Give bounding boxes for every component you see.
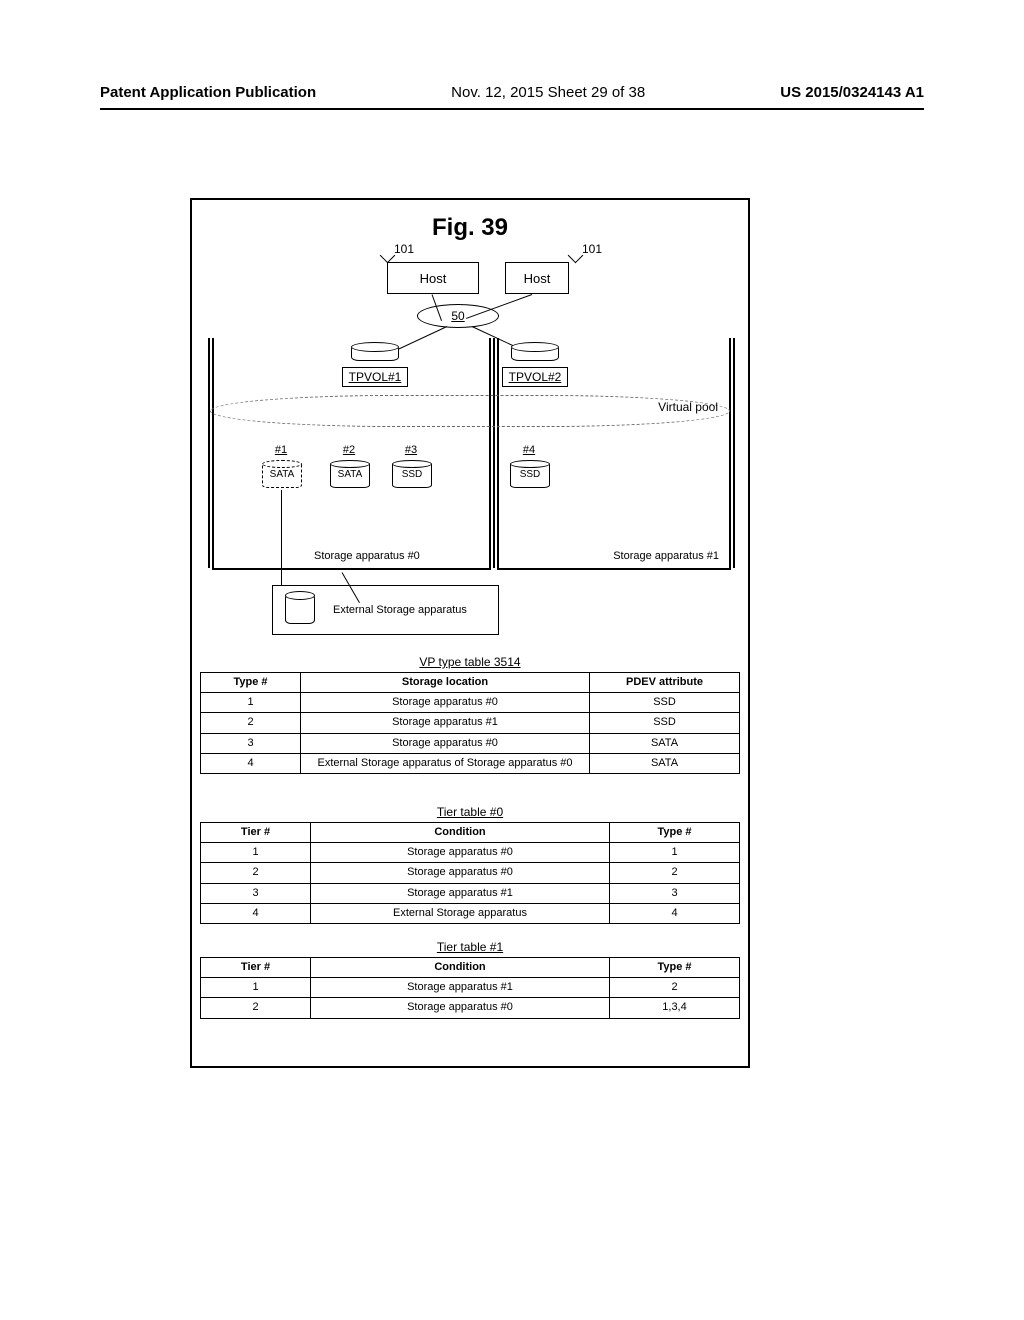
page-header: Patent Application Publication Nov. 12, … bbox=[100, 84, 924, 101]
header-right: US 2015/0324143 A1 bbox=[780, 84, 924, 101]
table-row: 3Storage apparatus #0SATA bbox=[201, 733, 740, 753]
tier1-title: Tier table #1 bbox=[192, 940, 748, 954]
table-row: 2Storage apparatus #1SSD bbox=[201, 713, 740, 733]
table-row: 1Storage apparatus #0SSD bbox=[201, 693, 740, 713]
header-left: Patent Application Publication bbox=[100, 84, 316, 101]
vp-table-title: VP type table 3514 bbox=[192, 655, 748, 669]
tpvol-2: TPVOL#2 bbox=[500, 345, 570, 387]
figure-frame: Fig. 39 101 101 Host Host 50 Storage app… bbox=[190, 198, 750, 1068]
external-storage-cylinder-icon bbox=[285, 594, 315, 624]
table-row: 3Storage apparatus #13 bbox=[201, 883, 740, 903]
table-row: 4External Storage apparatus4 bbox=[201, 903, 740, 923]
tier-table-1: Tier # Condition Type # 1Storage apparat… bbox=[200, 957, 740, 1019]
tier0-title: Tier table #0 bbox=[192, 805, 748, 819]
header-center: Nov. 12, 2015 Sheet 29 of 38 bbox=[451, 84, 645, 101]
table-row: 4External Storage apparatus of Storage a… bbox=[201, 753, 740, 773]
disk-3: #3 SSD bbox=[392, 462, 430, 488]
network-label: 50 bbox=[451, 309, 464, 323]
connector bbox=[281, 490, 282, 586]
external-storage-box: External Storage apparatus bbox=[272, 585, 499, 635]
virtual-pool-label: Virtual pool bbox=[658, 400, 718, 414]
col-header: Storage location bbox=[301, 673, 590, 693]
table-row: 2Storage apparatus #02 bbox=[201, 863, 740, 883]
tier-table-0: Tier # Condition Type # 1Storage apparat… bbox=[200, 822, 740, 924]
header-rule bbox=[100, 108, 924, 110]
col-header: Type # bbox=[201, 673, 301, 693]
col-header: PDEV attribute bbox=[590, 673, 740, 693]
page: Patent Application Publication Nov. 12, … bbox=[0, 0, 1024, 1320]
network-cloud: 50 bbox=[417, 304, 499, 328]
table-header-row: Tier # Condition Type # bbox=[201, 823, 740, 843]
host-box-1: Host bbox=[387, 262, 479, 294]
vp-type-table: Type # Storage location PDEV attribute 1… bbox=[200, 672, 740, 774]
disk-1: #1 SATA bbox=[262, 462, 300, 488]
tpvol-2-label: TPVOL#2 bbox=[502, 367, 569, 387]
table-header-row: Type # Storage location PDEV attribute bbox=[201, 673, 740, 693]
tpvol-1: TPVOL#1 bbox=[340, 345, 410, 387]
host-box-2: Host bbox=[505, 262, 569, 294]
virtual-pool-ellipse bbox=[210, 395, 730, 427]
table-row: 1Storage apparatus #12 bbox=[201, 978, 740, 998]
table-row: 1Storage apparatus #01 bbox=[201, 843, 740, 863]
table-row: 2Storage apparatus #01,3,4 bbox=[201, 998, 740, 1018]
table-header-row: Tier # Condition Type # bbox=[201, 958, 740, 978]
apparatus-0-label: Storage apparatus #0 bbox=[314, 550, 420, 562]
disk-4: #4 SSD bbox=[510, 462, 548, 488]
figure-title: Fig. 39 bbox=[192, 214, 748, 242]
external-storage-label: External Storage apparatus bbox=[333, 604, 467, 616]
disk-2: #2 SATA bbox=[330, 462, 368, 488]
apparatus-1-label: Storage apparatus #1 bbox=[613, 550, 719, 562]
tpvol-1-label: TPVOL#1 bbox=[342, 367, 409, 387]
